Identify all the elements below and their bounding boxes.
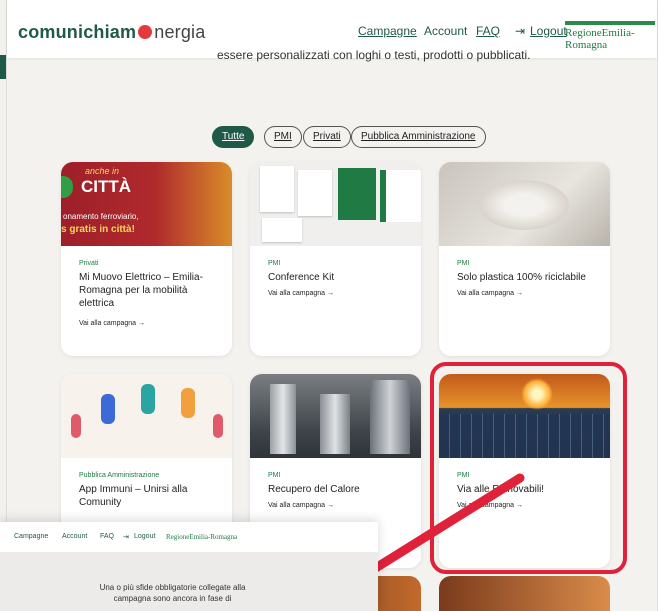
overlay-message-line-1: Una o più sfide obbligatorie collegate a… xyxy=(99,583,246,592)
overlay-nav-account[interactable]: Account xyxy=(62,533,87,540)
screenshot-frame: comunichiam nergia Campagne Account FAQ ⇥… xyxy=(0,0,658,611)
annotation-arrow-icon xyxy=(318,473,525,604)
mobile-preview-overlay: Campagne Account FAQ ⇥ Logout RegioneEmi… xyxy=(0,522,378,611)
overlay-nav-faq[interactable]: FAQ xyxy=(100,533,114,540)
overlay-message-line-2: campagna sono ancora in fase di xyxy=(113,594,232,603)
overlay-region-label: RegioneEmilia-Romagna xyxy=(166,533,238,541)
overlay-nav-campagne[interactable]: Campagne xyxy=(14,533,48,540)
overlay-message: Una o più sfide obbligatorie collegate a… xyxy=(70,582,275,604)
overlay-logout-icon[interactable]: ⇥ xyxy=(123,533,129,541)
overlay-nav-logout[interactable]: Logout xyxy=(134,533,155,540)
